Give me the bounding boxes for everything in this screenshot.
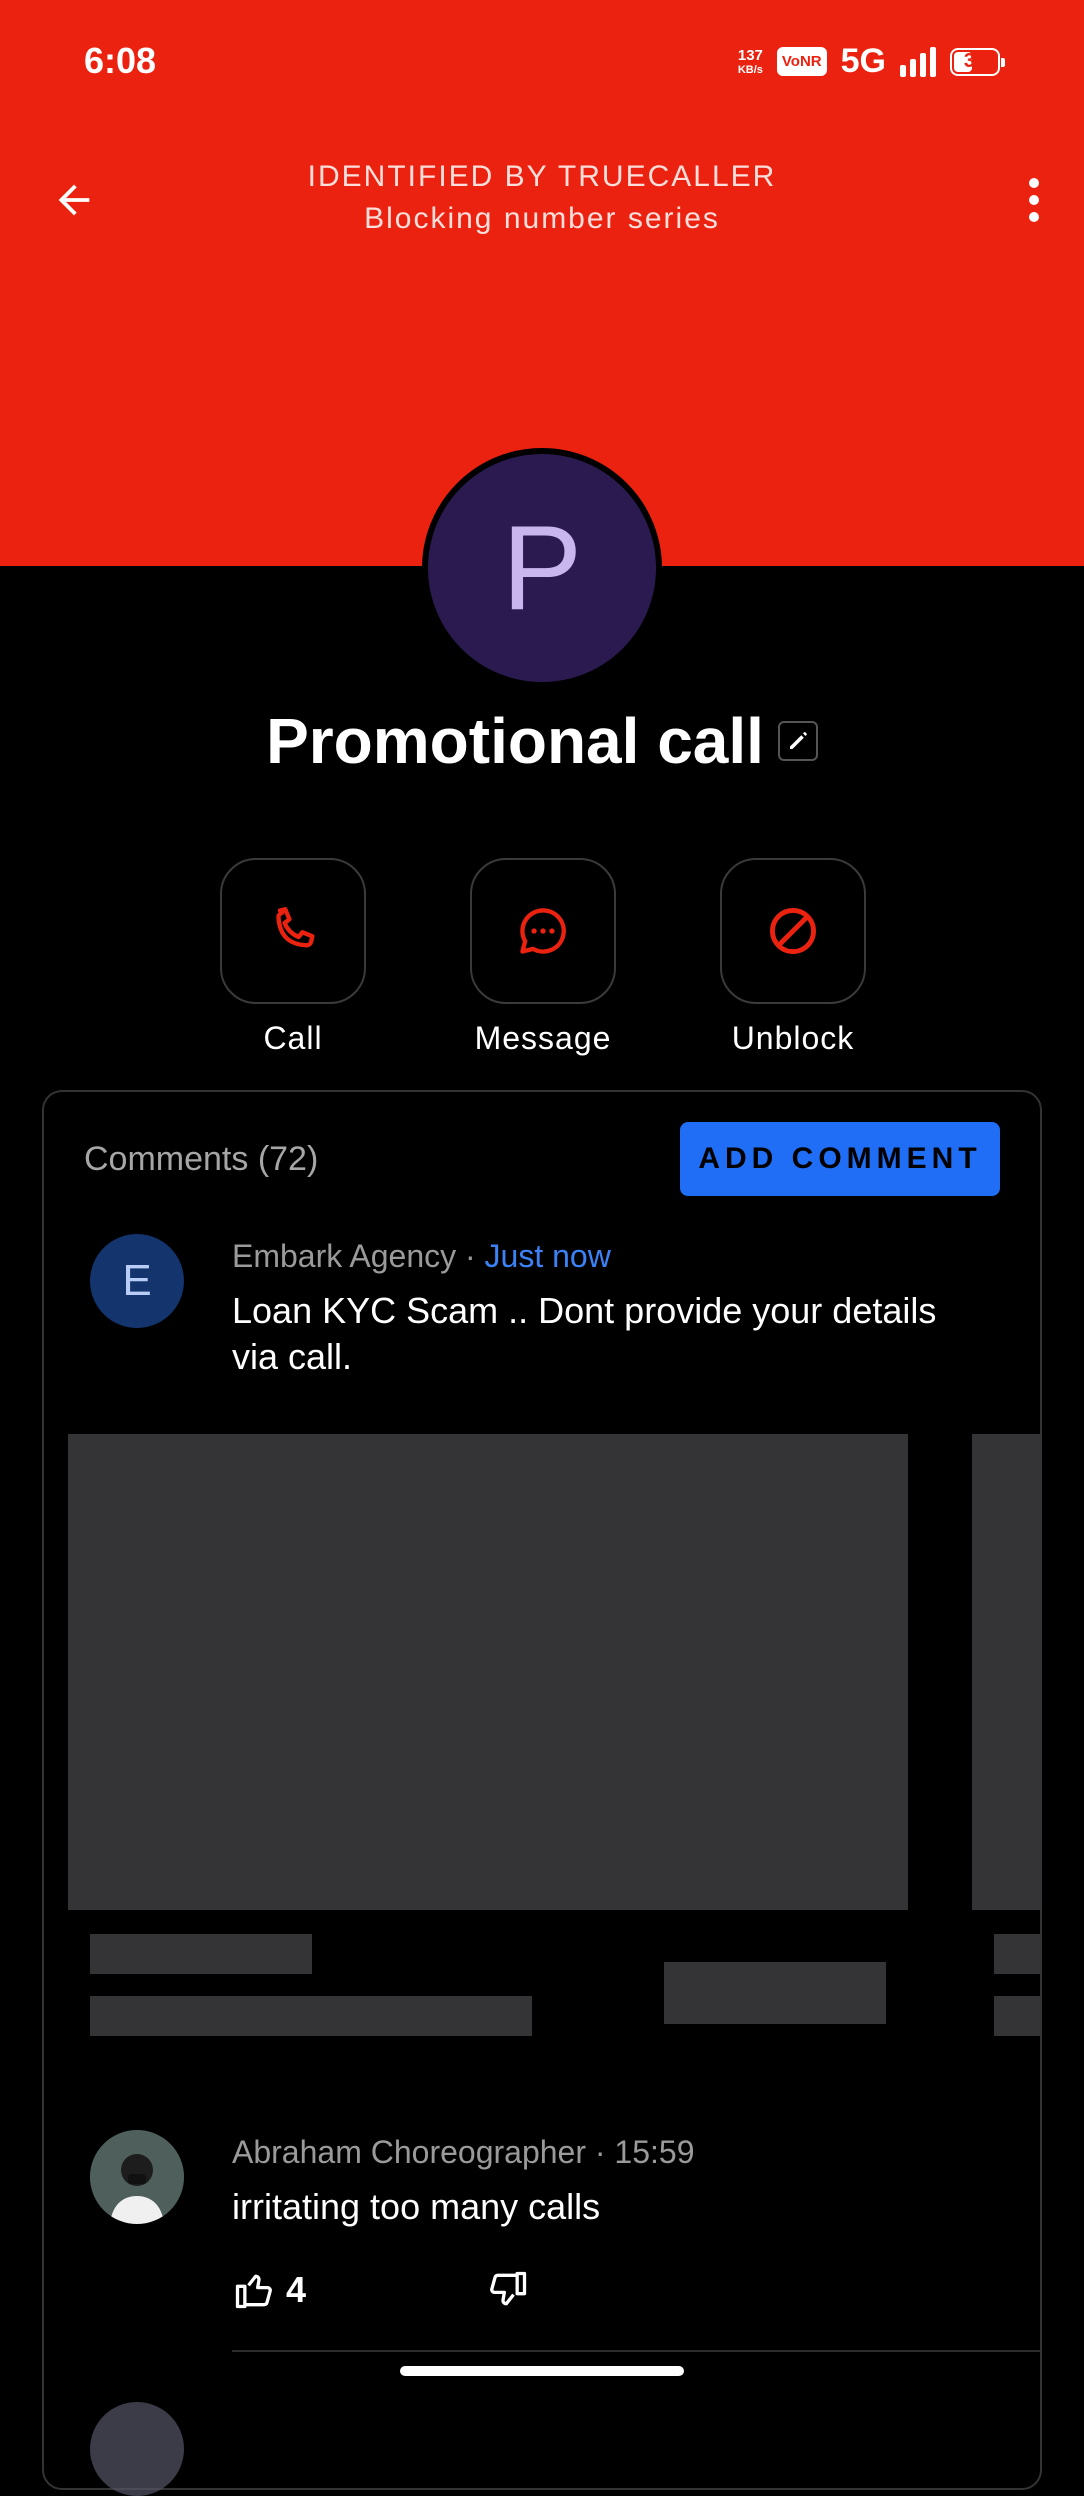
network-speed: 137 KB/s [737, 46, 763, 76]
header-subtitle: Blocking number series [364, 202, 720, 235]
message-icon [520, 908, 566, 954]
unblock-action[interactable]: Unblock [720, 858, 866, 1057]
meta-separator: · [465, 1238, 476, 1274]
comment-author: Abraham Choreographer [232, 2134, 586, 2170]
thumbs-down-icon [490, 2271, 527, 2306]
battery-icon: 39 [950, 47, 1005, 76]
comments-title: Comments (72) [84, 1140, 319, 1178]
pencil-icon [789, 732, 807, 749]
header-title: IDENTIFIED BY TRUECALLER [307, 160, 777, 193]
ad-button-placeholder [664, 1962, 886, 2024]
comment-text: irritating too many calls [232, 2186, 601, 2227]
ad-text-placeholder [994, 1996, 1040, 2036]
network-type: 5G [840, 42, 886, 80]
call-label: Call [263, 1020, 323, 1056]
comment-text: Loan KYC Scam .. Dont provide your detai… [232, 1290, 937, 1377]
comment-author: Embark Agency [232, 1238, 457, 1274]
comment-meta: Abraham Choreographer · 15:59 [232, 2134, 695, 2171]
signal-icon [900, 46, 936, 77]
ad-text-placeholder [90, 1934, 312, 1974]
unblock-button[interactable] [720, 858, 866, 1004]
home-indicator[interactable] [400, 2366, 684, 2376]
add-comment-button[interactable]: ADD COMMENT [680, 1122, 1000, 1196]
dislike-button[interactable] [486, 2268, 530, 2312]
commenter-avatar [90, 2130, 184, 2224]
comment-item: E Embark Agency · Just now Loan KYC Scam… [44, 1232, 1040, 1462]
message-label: Message [474, 1020, 612, 1056]
status-time: 6:08 [84, 40, 157, 81]
more-vert-icon [1029, 178, 1039, 222]
status-bar: 6:08 137 KB/s VoNR 5G 39 [0, 0, 1084, 120]
like-button[interactable]: 4 [232, 2268, 306, 2312]
user-photo-icon [90, 2130, 184, 2224]
avatar-letter: P [501, 501, 583, 635]
meta-separator: · [594, 2134, 606, 2170]
battery-level: 39 [963, 50, 987, 72]
commenter-avatar-letter: E [122, 1256, 152, 1305]
thumbs-up-icon [235, 2274, 272, 2309]
ad-image-placeholder-next [972, 1434, 1042, 1910]
commenter-avatar: E [90, 1234, 184, 1328]
phone-icon [276, 907, 315, 948]
like-count: 4 [286, 2269, 307, 2310]
comment-item: Abraham Choreographer · 15:59 irritating… [44, 2128, 1040, 2358]
ad-image-placeholder [68, 1434, 908, 1910]
comment-time: 15:59 [614, 2134, 695, 2170]
comment-divider [232, 2350, 1040, 2352]
call-action[interactable]: Call [220, 858, 366, 1057]
vonr-badge: VoNR [776, 47, 827, 76]
status-icons: 137 KB/s VoNR 5G 39 [737, 42, 1005, 81]
edit-name-button[interactable] [777, 721, 818, 761]
block-icon [770, 908, 816, 954]
contact-name-row: Promotional call [0, 704, 1084, 778]
comments-card: Comments (72) ADD COMMENT E Embark Agenc… [42, 1090, 1042, 2496]
message-action[interactable]: Message [470, 858, 616, 1057]
more-options-button[interactable] [1004, 170, 1064, 230]
unblock-label: Unblock [731, 1020, 855, 1056]
network-speed-value: 137 [737, 46, 763, 64]
network-speed-unit: KB/s [737, 63, 763, 76]
commenter-avatar [90, 2402, 184, 2496]
message-button[interactable] [470, 858, 616, 1004]
header-titles: IDENTIFIED BY TRUECALLER Blocking number… [0, 160, 1084, 236]
contact-name: Promotional call [266, 705, 764, 777]
contact-avatar: P [422, 448, 662, 688]
call-button[interactable] [220, 858, 366, 1004]
vote-row: 4 [232, 2268, 530, 2312]
ad-text-placeholder [90, 1996, 532, 2036]
comment-time: Just now [484, 1238, 611, 1274]
comment-meta: Embark Agency · Just now [232, 1238, 611, 1275]
ad-text-placeholder [994, 1934, 1040, 1974]
